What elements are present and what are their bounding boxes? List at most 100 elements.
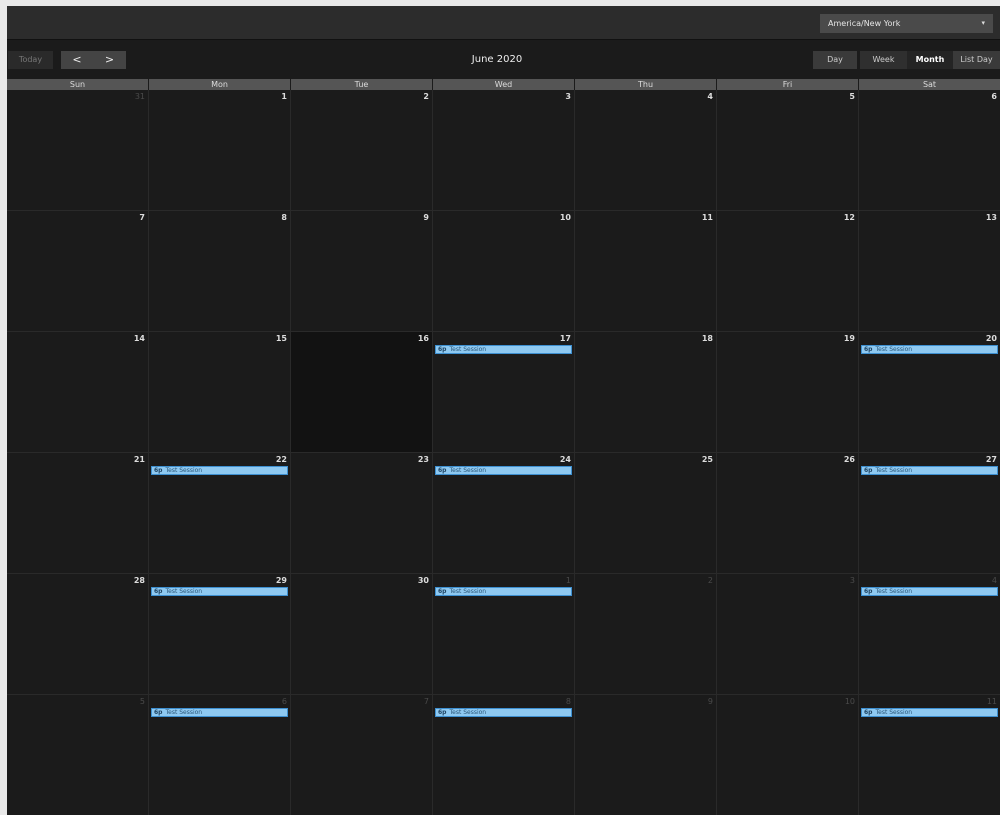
day-cell[interactable]: 12 (717, 211, 859, 332)
day-number[interactable]: 6 (991, 92, 997, 101)
day-cell[interactable]: 9 (575, 695, 717, 815)
day-cell[interactable]: 24 6p Test Session (433, 453, 575, 574)
day-cell[interactable]: 11 (575, 211, 717, 332)
day-number[interactable]: 11 (702, 213, 713, 222)
next-month-button[interactable]: > (93, 51, 126, 69)
day-number[interactable]: 30 (418, 576, 429, 585)
day-cell[interactable]: 9 (291, 211, 433, 332)
day-number[interactable]: 5 (849, 92, 855, 101)
day-cell[interactable]: 13 (859, 211, 1000, 332)
day-number[interactable]: 14 (134, 334, 145, 343)
day-number[interactable]: 11 (987, 697, 997, 706)
view-day-button[interactable]: Day (813, 51, 857, 69)
day-number[interactable]: 13 (986, 213, 997, 222)
day-number[interactable]: 25 (702, 455, 713, 464)
day-number[interactable]: 27 (986, 455, 997, 464)
event-test-session[interactable]: 6p Test Session (435, 345, 572, 354)
day-cell[interactable]: 8 (149, 211, 291, 332)
day-cell[interactable]: 10 (717, 695, 859, 815)
day-cell[interactable]: 1 (149, 90, 291, 211)
day-cell[interactable]: 31 (7, 90, 149, 211)
day-number[interactable]: 22 (276, 455, 287, 464)
day-cell[interactable]: 23 (291, 453, 433, 574)
event-test-session[interactable]: 6p Test Session (151, 587, 288, 596)
event-test-session[interactable]: 6p Test Session (861, 587, 998, 596)
event-test-session[interactable]: 6p Test Session (435, 708, 572, 717)
day-cell[interactable]: 21 (7, 453, 149, 574)
day-number[interactable]: 26 (844, 455, 855, 464)
day-number[interactable]: 3 (850, 576, 855, 585)
day-cell[interactable]: 16 (291, 332, 433, 453)
day-number[interactable]: 8 (281, 213, 287, 222)
day-cell[interactable]: 15 (149, 332, 291, 453)
day-number[interactable]: 19 (844, 334, 855, 343)
day-cell[interactable]: 20 6p Test Session (859, 332, 1000, 453)
event-test-session[interactable]: 6p Test Session (151, 708, 288, 717)
day-cell[interactable]: 26 (717, 453, 859, 574)
day-cell[interactable]: 2 (291, 90, 433, 211)
day-number[interactable]: 21 (134, 455, 145, 464)
day-cell[interactable]: 3 (433, 90, 575, 211)
day-cell[interactable]: 4 (575, 90, 717, 211)
day-cell[interactable]: 11 6p Test Session (859, 695, 1000, 815)
day-number[interactable]: 18 (702, 334, 713, 343)
day-number[interactable]: 4 (707, 92, 713, 101)
view-list-day-button[interactable]: List Day (953, 51, 1000, 69)
day-cell[interactable]: 5 (7, 695, 149, 815)
day-number[interactable]: 20 (986, 334, 997, 343)
day-cell[interactable]: 2 (575, 574, 717, 695)
day-cell[interactable]: 8 6p Test Session (433, 695, 575, 815)
event-test-session[interactable]: 6p Test Session (861, 466, 998, 475)
day-number[interactable]: 1 (281, 92, 287, 101)
view-week-button[interactable]: Week (860, 51, 907, 69)
day-cell[interactable]: 7 (7, 211, 149, 332)
day-cell[interactable]: 14 (7, 332, 149, 453)
day-cell[interactable]: 1 6p Test Session (433, 574, 575, 695)
day-cell[interactable]: 6 (859, 90, 1000, 211)
day-number[interactable]: 23 (418, 455, 429, 464)
day-number[interactable]: 3 (565, 92, 571, 101)
day-cell[interactable]: 18 (575, 332, 717, 453)
day-cell[interactable]: 22 6p Test Session (149, 453, 291, 574)
day-number[interactable]: 2 (708, 576, 713, 585)
today-button[interactable]: Today (8, 51, 53, 69)
day-number[interactable]: 9 (708, 697, 713, 706)
day-number[interactable]: 1 (566, 576, 571, 585)
day-number[interactable]: 8 (566, 697, 571, 706)
event-test-session[interactable]: 6p Test Session (435, 587, 572, 596)
timezone-select[interactable]: America/New York ▾ (820, 14, 993, 33)
event-test-session[interactable]: 6p Test Session (861, 708, 998, 717)
day-number[interactable]: 10 (560, 213, 571, 222)
day-number[interactable]: 10 (845, 697, 855, 706)
day-number[interactable]: 31 (135, 92, 145, 101)
day-cell[interactable]: 17 6p Test Session (433, 332, 575, 453)
day-cell[interactable]: 4 6p Test Session (859, 574, 1000, 695)
day-number[interactable]: 16 (418, 334, 429, 343)
day-number[interactable]: 24 (560, 455, 571, 464)
event-test-session[interactable]: 6p Test Session (435, 466, 572, 475)
day-number[interactable]: 7 (424, 697, 429, 706)
day-cell[interactable]: 29 6p Test Session (149, 574, 291, 695)
day-cell[interactable]: 3 (717, 574, 859, 695)
day-number[interactable]: 5 (140, 697, 145, 706)
day-number[interactable]: 28 (134, 576, 145, 585)
day-number[interactable]: 2 (423, 92, 429, 101)
day-number[interactable]: 9 (423, 213, 429, 222)
day-cell[interactable]: 7 (291, 695, 433, 815)
day-cell[interactable]: 6 6p Test Session (149, 695, 291, 815)
day-number[interactable]: 7 (139, 213, 145, 222)
day-cell[interactable]: 5 (717, 90, 859, 211)
prev-month-button[interactable]: < (61, 51, 93, 69)
day-cell[interactable]: 27 6p Test Session (859, 453, 1000, 574)
day-cell[interactable]: 30 (291, 574, 433, 695)
day-number[interactable]: 6 (282, 697, 287, 706)
day-number[interactable]: 12 (844, 213, 855, 222)
day-number[interactable]: 29 (276, 576, 287, 585)
day-cell[interactable]: 19 (717, 332, 859, 453)
day-number[interactable]: 15 (276, 334, 287, 343)
day-cell[interactable]: 10 (433, 211, 575, 332)
day-number[interactable]: 4 (992, 576, 997, 585)
day-number[interactable]: 17 (560, 334, 571, 343)
event-test-session[interactable]: 6p Test Session (151, 466, 288, 475)
day-cell[interactable]: 25 (575, 453, 717, 574)
